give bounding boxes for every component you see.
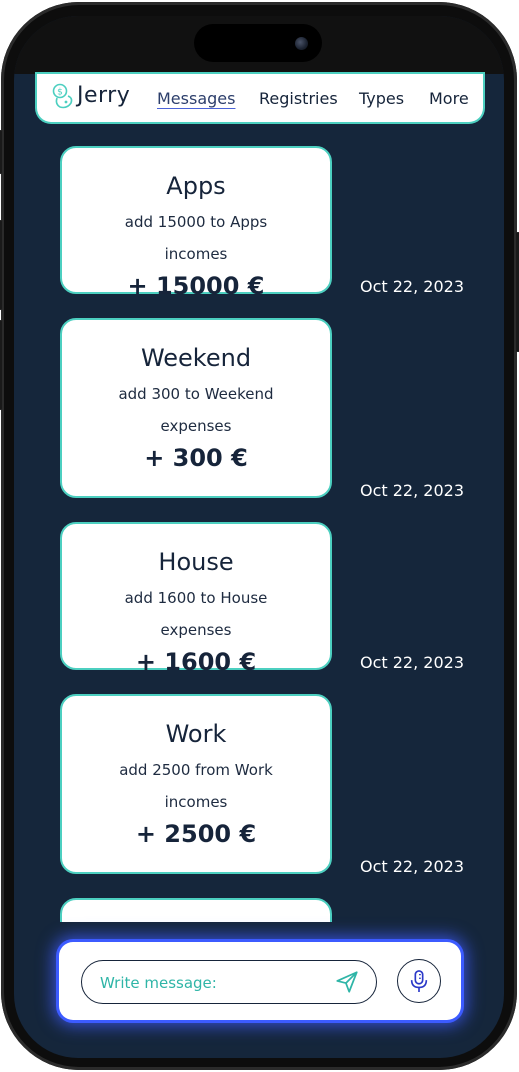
brand-name[interactable]: Jerry: [77, 83, 130, 108]
message-card[interactable]: Apps add 15000 to Apps incomes + 15000 €: [60, 146, 332, 300]
message-amount: + 15000 €: [127, 272, 265, 300]
message-title: Work: [165, 720, 227, 748]
message-composer: [59, 942, 461, 1020]
camera-icon: [295, 37, 308, 50]
message-amount: + 2500 €: [135, 820, 257, 848]
message-text: add 2500 from Work incomes: [119, 761, 273, 811]
message-card[interactable]: House add 1600 to House expenses + 1600 …: [60, 522, 332, 676]
screen: $ Jerry Messages Registries Types More A…: [14, 16, 504, 1058]
microphone-button[interactable]: [397, 959, 441, 1003]
message-amount: + 300 €: [144, 444, 248, 472]
message-text: add 1600 to House expenses: [124, 589, 268, 639]
message-date: Oct 22, 2023: [360, 653, 464, 672]
phone-frame: $ Jerry Messages Registries Types More A…: [0, 2, 519, 1070]
message-input[interactable]: [98, 971, 322, 995]
nav-registries[interactable]: Registries: [259, 89, 338, 108]
message-date: Oct 22, 2023: [360, 277, 464, 296]
jerry-logo-icon: $: [52, 83, 73, 109]
message-text: add 15000 to Apps incomes: [124, 213, 268, 263]
volume-down-button: [0, 320, 2, 410]
status-area: [14, 16, 504, 74]
microphone-icon: [410, 970, 428, 992]
message-card[interactable]: Work add 2500 from Work incomes + 2500 €: [60, 694, 332, 874]
message-date: Oct 22, 2023: [360, 481, 464, 500]
nav-more[interactable]: More: [429, 89, 469, 108]
message-text: add 300 to Weekend expenses: [118, 385, 274, 435]
dynamic-island: [194, 24, 322, 62]
top-navbar: $ Jerry Messages Registries Types More: [37, 74, 483, 122]
mute-switch: [0, 130, 2, 174]
message-card[interactable]: Weekend add 300 to Weekend expenses + 30…: [60, 318, 332, 498]
send-icon[interactable]: [334, 969, 360, 995]
message-title: House: [158, 548, 234, 576]
message-input-wrapper: [81, 960, 377, 1004]
nav-types[interactable]: Types: [359, 89, 404, 108]
volume-up-button: [0, 220, 2, 310]
message-feed[interactable]: Apps add 15000 to Apps incomes + 15000 €…: [14, 136, 504, 922]
svg-text:$: $: [57, 88, 63, 98]
message-title: Apps: [166, 172, 226, 200]
message-card-partial[interactable]: [60, 898, 332, 922]
nav-messages[interactable]: Messages: [157, 89, 235, 108]
message-title: Weekend: [140, 344, 252, 372]
message-date: Oct 22, 2023: [360, 857, 464, 876]
message-amount: + 1600 €: [135, 648, 257, 676]
